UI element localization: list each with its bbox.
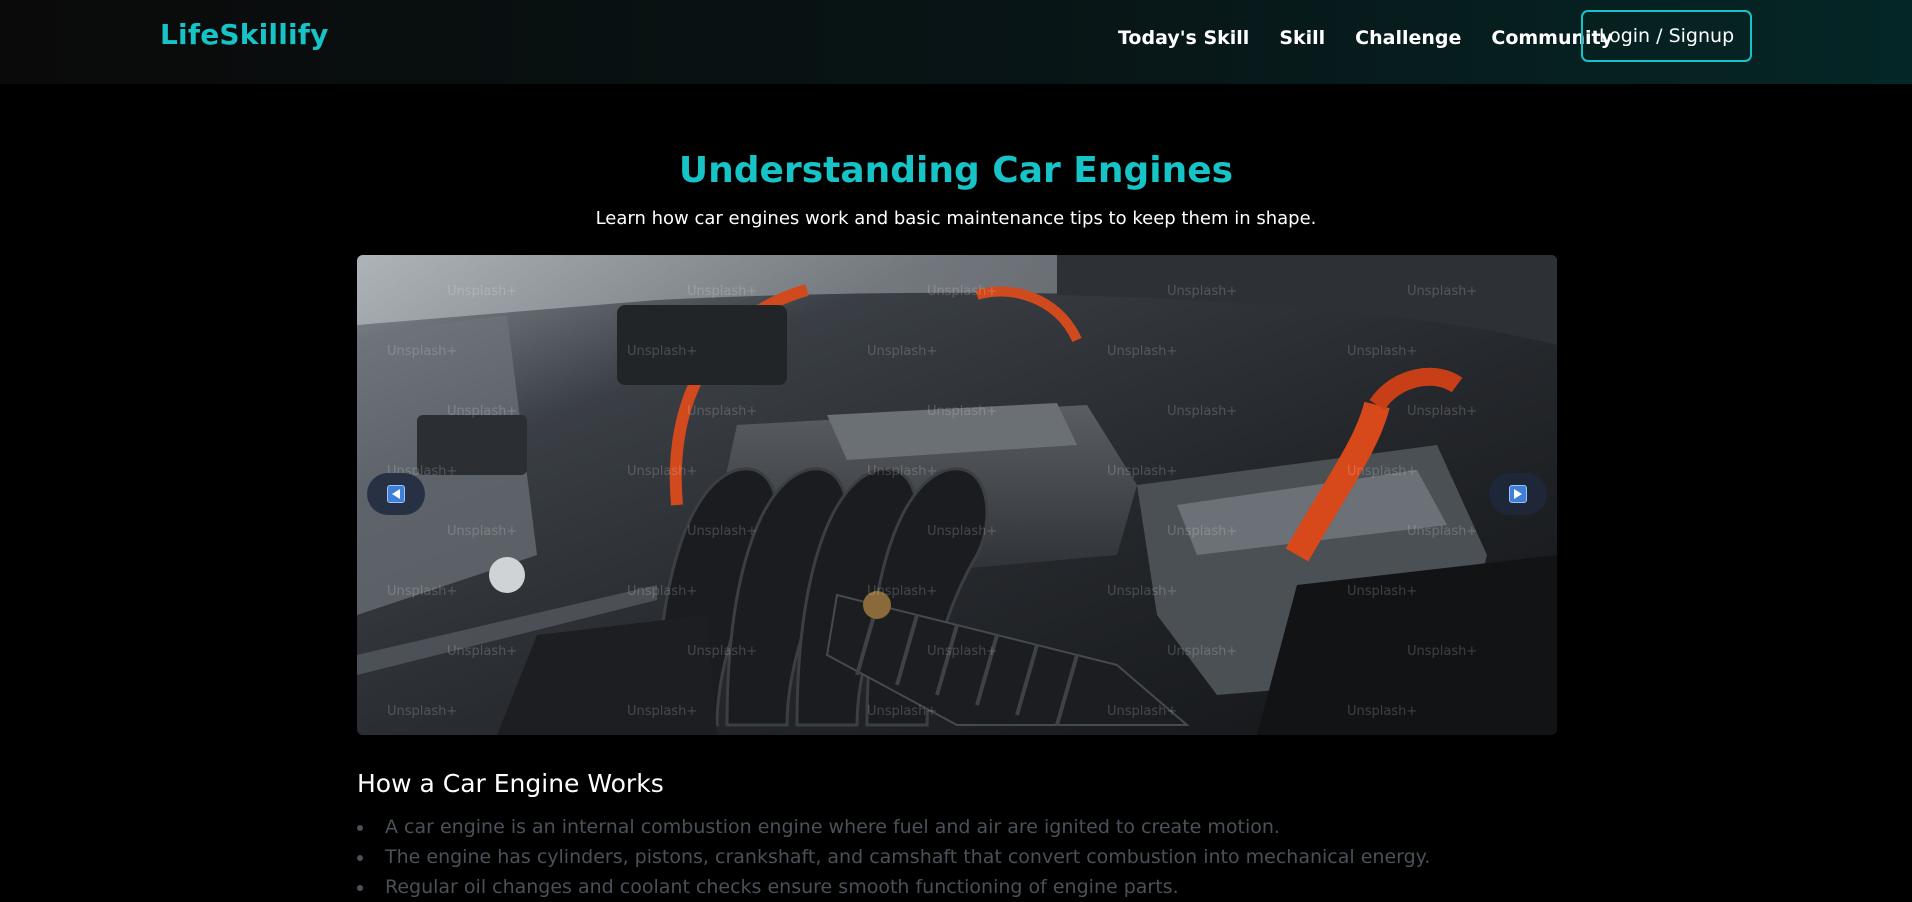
svg-text:Unsplash+: Unsplash+: [627, 464, 697, 479]
svg-text:Unsplash+: Unsplash+: [927, 284, 997, 299]
svg-text:Unsplash+: Unsplash+: [867, 584, 937, 599]
svg-text:Unsplash+: Unsplash+: [687, 284, 757, 299]
list-item-text: The engine has cylinders, pistons, crank…: [385, 846, 1431, 868]
bullet-icon: [357, 855, 363, 861]
page-title: Understanding Car Engines: [678, 150, 1234, 191]
page-subtitle: Learn how car engines work and basic mai…: [595, 208, 1317, 229]
carousel-next-button[interactable]: [1489, 473, 1547, 515]
svg-text:Unsplash+: Unsplash+: [627, 584, 697, 599]
brand-logo[interactable]: LifeSkillify: [160, 18, 329, 51]
svg-text:Unsplash+: Unsplash+: [687, 404, 757, 419]
svg-text:Unsplash+: Unsplash+: [1167, 524, 1237, 539]
nav-links: Today's Skill Skill Challenge Community: [1118, 24, 1643, 52]
svg-text:Unsplash+: Unsplash+: [447, 644, 517, 659]
list-item: The engine has cylinders, pistons, crank…: [357, 842, 1430, 872]
svg-text:Unsplash+: Unsplash+: [1107, 344, 1177, 359]
bullet-icon: [357, 825, 363, 831]
chevron-left-icon: [387, 485, 405, 503]
svg-text:Unsplash+: Unsplash+: [1407, 404, 1477, 419]
svg-text:Unsplash+: Unsplash+: [1107, 704, 1177, 719]
top-navbar: LifeSkillify Today's Skill Skill Challen…: [0, 0, 1912, 84]
svg-text:Unsplash+: Unsplash+: [1407, 284, 1477, 299]
list-item-text: A car engine is an internal combustion e…: [385, 816, 1280, 838]
svg-text:Unsplash+: Unsplash+: [1167, 404, 1237, 419]
svg-text:Unsplash+: Unsplash+: [1347, 464, 1417, 479]
svg-text:Unsplash+: Unsplash+: [1407, 644, 1477, 659]
svg-text:Unsplash+: Unsplash+: [1167, 644, 1237, 659]
carousel-prev-button[interactable]: [367, 473, 425, 515]
svg-text:Unsplash+: Unsplash+: [627, 344, 697, 359]
svg-text:Unsplash+: Unsplash+: [447, 404, 517, 419]
nav-link-challenge[interactable]: Challenge: [1355, 24, 1461, 52]
list-item: Regular oil changes and coolant checks e…: [357, 872, 1430, 902]
svg-text:Unsplash+: Unsplash+: [1167, 284, 1237, 299]
svg-text:Unsplash+: Unsplash+: [387, 704, 457, 719]
svg-text:Unsplash+: Unsplash+: [447, 284, 517, 299]
list-item: A car engine is an internal combustion e…: [357, 812, 1430, 842]
svg-text:Unsplash+: Unsplash+: [867, 344, 937, 359]
svg-text:Unsplash+: Unsplash+: [927, 524, 997, 539]
svg-text:Unsplash+: Unsplash+: [1347, 584, 1417, 599]
nav-link-skill[interactable]: Skill: [1279, 24, 1325, 52]
chevron-right-icon: [1509, 485, 1527, 503]
svg-text:Unsplash+: Unsplash+: [1107, 464, 1177, 479]
svg-text:Unsplash+: Unsplash+: [627, 704, 697, 719]
svg-text:Unsplash+: Unsplash+: [867, 464, 937, 479]
svg-text:Unsplash+: Unsplash+: [1407, 524, 1477, 539]
svg-text:Unsplash+: Unsplash+: [867, 704, 937, 719]
svg-text:Unsplash+: Unsplash+: [687, 644, 757, 659]
svg-text:Unsplash+: Unsplash+: [447, 524, 517, 539]
svg-text:Unsplash+: Unsplash+: [387, 584, 457, 599]
section-heading: How a Car Engine Works: [357, 769, 664, 798]
svg-text:Unsplash+: Unsplash+: [387, 344, 457, 359]
bullet-icon: [357, 885, 363, 891]
svg-text:Unsplash+: Unsplash+: [927, 404, 997, 419]
image-carousel: Unsplash+ Unsplash+ Unsplash+ Unsplash+ Unsp…: [357, 255, 1557, 735]
engine-bay-image: Unsplash+ Unsplash+ Unsplash+ Unsplash+ Unsp…: [357, 255, 1557, 735]
svg-text:Unsplash+: Unsplash+: [1347, 704, 1417, 719]
svg-text:Unsplash+: Unsplash+: [687, 524, 757, 539]
nav-link-todays-skill[interactable]: Today's Skill: [1118, 24, 1249, 52]
login-signup-button[interactable]: Login / Signup: [1581, 10, 1752, 62]
info-list: A car engine is an internal combustion e…: [357, 812, 1430, 902]
list-item-text: Regular oil changes and coolant checks e…: [385, 876, 1179, 898]
svg-text:Unsplash+: Unsplash+: [1107, 584, 1177, 599]
svg-text:Unsplash+: Unsplash+: [927, 644, 997, 659]
svg-text:Unsplash+: Unsplash+: [1347, 344, 1417, 359]
